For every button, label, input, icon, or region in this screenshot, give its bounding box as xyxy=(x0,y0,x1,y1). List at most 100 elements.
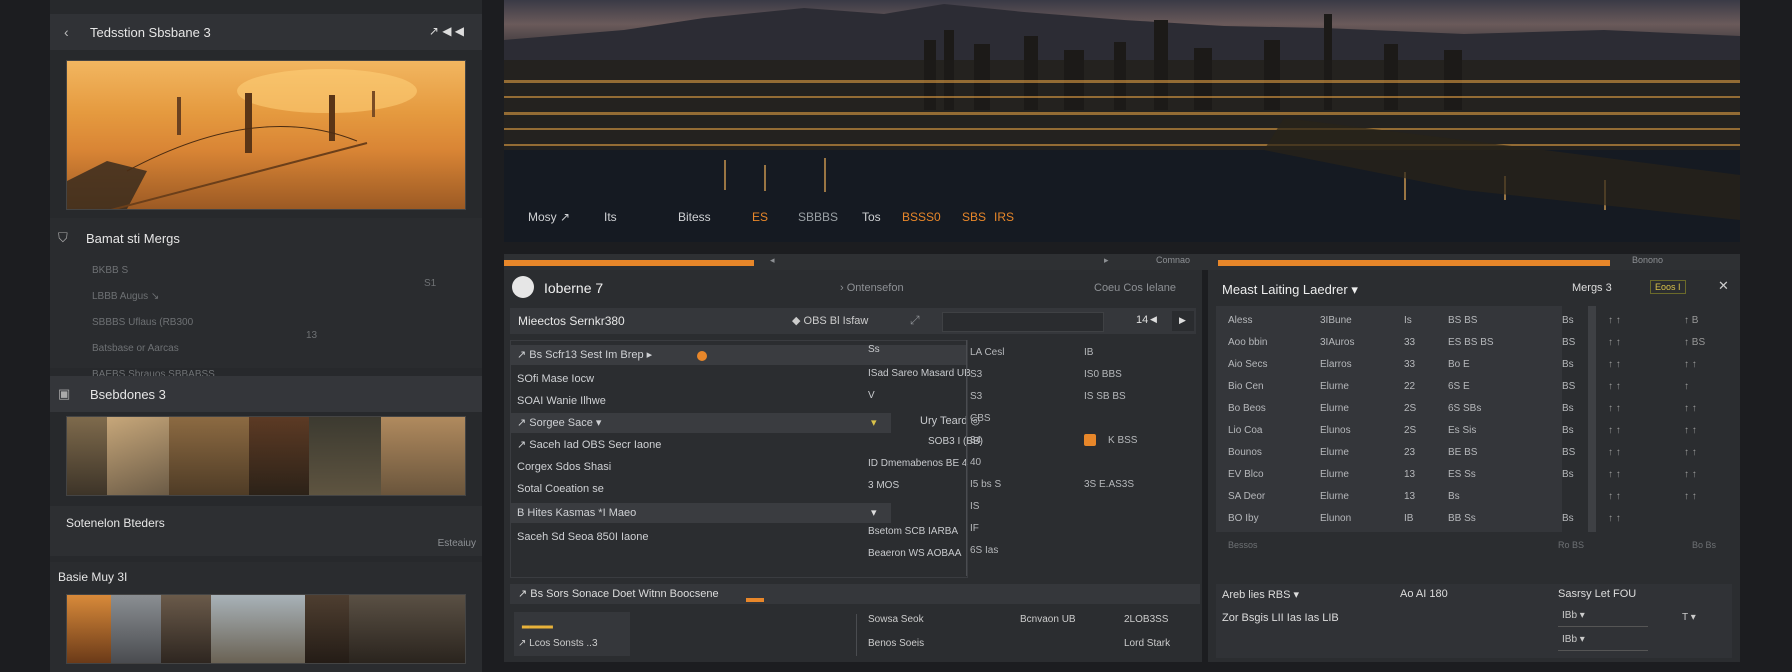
sort-arrow-icon[interactable] xyxy=(1684,508,1705,530)
sort-arrow-icon[interactable]: ↑ ↑ xyxy=(1608,398,1621,420)
timeline-mid-marker[interactable]: ▸ xyxy=(1104,255,1109,266)
sort-arrow-icon[interactable]: ↑ BS xyxy=(1684,332,1705,354)
section-2-row[interactable]: SBBBS Uflaus (RB300 xyxy=(92,310,215,336)
table-cell[interactable]: SA Deor xyxy=(1228,486,1267,508)
sort-arrow-icon[interactable]: ↑ B xyxy=(1684,310,1705,332)
prev-page-icon[interactable]: ◀ xyxy=(1150,314,1157,325)
left-header-1[interactable]: ‹ Tedsstion Sbsbane 3 ↗ ◀ ◀ xyxy=(50,14,482,50)
scrollbar[interactable] xyxy=(1588,306,1596,532)
sort-arrow-icon[interactable]: ↑ xyxy=(1684,376,1705,398)
thumbnail[interactable] xyxy=(249,417,309,495)
bridge-image[interactable] xyxy=(66,60,466,212)
cell xyxy=(1084,518,1137,540)
right-panel-title[interactable]: Meast Laiting Laedrer ▾ xyxy=(1222,282,1358,298)
expand-icon[interactable]: ⤢ xyxy=(910,313,920,328)
hero-label[interactable]: BSSS0 xyxy=(902,210,941,224)
sort-arrow-icon[interactable]: ↑ ↑ xyxy=(1608,376,1621,398)
table-cell[interactable]: EV Blco xyxy=(1228,464,1267,486)
list-item[interactable]: ↗ Bs Scfr13 Sest Im Brep ▸ xyxy=(511,345,967,365)
sort-arrow-icon[interactable]: ↑ ↑ xyxy=(1608,310,1621,332)
table-cell[interactable]: Aoo bbin xyxy=(1228,332,1267,354)
footer-progress xyxy=(746,598,764,602)
thumbnail[interactable] xyxy=(111,595,161,663)
thumbnail[interactable] xyxy=(169,417,249,495)
sort-arrow-icon[interactable]: ↑ ↑ xyxy=(1684,486,1705,508)
thumbnail[interactable] xyxy=(305,595,349,663)
bottom-divider xyxy=(856,614,857,656)
list-item[interactable]: B Hites Kasmas *I Maeo ▾ xyxy=(511,503,891,523)
sort-arrow-icon[interactable]: ↑ ↑ xyxy=(1684,354,1705,376)
sort-arrow-icon[interactable]: ↑ ↑ xyxy=(1684,398,1705,420)
hero-label[interactable]: SBBBS xyxy=(798,210,838,224)
timeline-bar[interactable]: ◂ ▸ Comnao Bonono xyxy=(504,254,1740,270)
timeline-left-marker[interactable]: ◂ xyxy=(770,255,775,266)
table-cell[interactable]: BO Iby xyxy=(1228,508,1267,530)
table-cell[interactable]: Bio Cen xyxy=(1228,376,1267,398)
thumbnail[interactable] xyxy=(309,417,381,495)
nav-arrows-icon[interactable]: ↗ ◀ ◀ xyxy=(429,24,464,38)
section-2-row[interactable]: Batsbase or Aarcas xyxy=(92,336,215,362)
table-cell[interactable]: Aio Secs xyxy=(1228,354,1267,376)
bottom-label[interactable]: Areb lies RBS ▾ xyxy=(1222,588,1299,601)
sort-arrow-icon[interactable]: ↑ ↑ xyxy=(1684,420,1705,442)
collapse-icon[interactable]: ▾ xyxy=(871,413,877,433)
panel-right-title[interactable]: Coeu Cos Ielane xyxy=(1094,282,1176,294)
table-cell[interactable]: Aless xyxy=(1228,310,1267,332)
hero-label[interactable]: Tos xyxy=(862,210,881,224)
thumbnail[interactable] xyxy=(107,417,169,495)
data-table xyxy=(1216,306,1562,532)
dropdown-select[interactable]: IBb ▾ xyxy=(1558,632,1648,651)
thumbnail[interactable] xyxy=(67,595,111,663)
toolbar-filter[interactable]: ◆ OBS Bl Isfaw xyxy=(792,314,868,327)
section-2-row[interactable]: LBBB Augus ↘ xyxy=(92,284,215,310)
hero-label[interactable]: SBS xyxy=(962,210,986,224)
thumbnail[interactable] xyxy=(349,595,465,663)
thumbnail[interactable] xyxy=(67,417,107,495)
bottom-card[interactable]: ▂▂▂▂ ↗ Lcos Sonsts ..3 xyxy=(514,612,630,656)
thumbnail[interactable] xyxy=(161,595,211,663)
sort-arrow-icon[interactable]: ↑ ↑ xyxy=(1608,420,1621,442)
left-header-3[interactable]: ▣ Bsebdones 3 xyxy=(50,376,482,412)
list-item[interactable]: SOAI Wanie Ilhwe xyxy=(511,391,967,411)
table-col-5: Bs BS Bs BS Bs Bs BS Bs Bs xyxy=(1562,310,1575,530)
section-4-link[interactable]: Esteaiuy xyxy=(438,538,476,549)
collapse-icon[interactable]: ▾ xyxy=(871,503,877,523)
thumbnail[interactable] xyxy=(211,595,305,663)
table-cell[interactable]: Bo Beos xyxy=(1228,398,1267,420)
next-page-button[interactable]: ▶ xyxy=(1172,311,1194,331)
chevron-left-icon[interactable]: ‹ xyxy=(64,24,69,40)
dropdown-value[interactable]: T ▾ xyxy=(1682,612,1696,623)
table-cell: Is xyxy=(1404,315,1412,326)
cell: I5 bs S xyxy=(970,479,1002,490)
sort-arrow-icon[interactable]: ↑ ↑ xyxy=(1684,442,1705,464)
dropdown-select[interactable]: IBb ▾ xyxy=(1558,608,1648,627)
city-hero-image[interactable]: Mosy ↗ Its Bitess ES SBBBS Tos BSSS0 SBS… xyxy=(504,0,1740,242)
avatar[interactable] xyxy=(512,276,534,298)
table-cell: 33 xyxy=(1404,359,1416,370)
hero-label[interactable]: Bitess xyxy=(678,210,711,224)
sort-arrow-icon[interactable]: ↑ ↑ xyxy=(1608,354,1621,376)
search-input[interactable] xyxy=(942,312,1104,332)
footer-row[interactable]: ↗ Bs Sors Sonace Doet Witnn Boocsene xyxy=(510,584,1200,604)
table-cell[interactable]: Lio Coa xyxy=(1228,420,1267,442)
hero-label[interactable]: Mosy ↗ xyxy=(528,210,570,224)
thumbnail[interactable] xyxy=(381,417,465,495)
hero-label[interactable]: IRS xyxy=(994,210,1014,224)
sort-arrow-icon[interactable]: ↑ ↑ xyxy=(1608,442,1621,464)
sort-arrow-icon[interactable]: ↑ ↑ xyxy=(1608,332,1621,354)
panel-subtitle[interactable]: › Ontensefon xyxy=(840,282,904,294)
sort-arrow-icon[interactable]: ↑ ↑ xyxy=(1684,464,1705,486)
hero-label[interactable]: Its xyxy=(604,210,617,224)
hero-label[interactable]: ES xyxy=(752,210,768,224)
sort-arrow-icon[interactable]: ↑ ↑ xyxy=(1608,486,1621,508)
list-item[interactable]: ↗ Saceh Iad OBS Secr Iaone xyxy=(511,435,967,455)
section-2-row[interactable]: BKBB S xyxy=(92,258,215,284)
sort-arrow-icon[interactable]: ↑ ↑ xyxy=(1608,508,1621,530)
table-cell[interactable]: Bounos xyxy=(1228,442,1267,464)
table-cell: Bs xyxy=(1562,403,1574,414)
list-item[interactable]: ↗ Sorgee Sace ▾ ▾ xyxy=(511,413,891,433)
warning-badge[interactable] xyxy=(1084,434,1096,447)
sort-arrow-icon[interactable]: ↑ ↑ xyxy=(1608,464,1621,486)
close-icon[interactable]: ✕ xyxy=(1718,278,1729,294)
table-cell: Elarros xyxy=(1320,359,1352,370)
